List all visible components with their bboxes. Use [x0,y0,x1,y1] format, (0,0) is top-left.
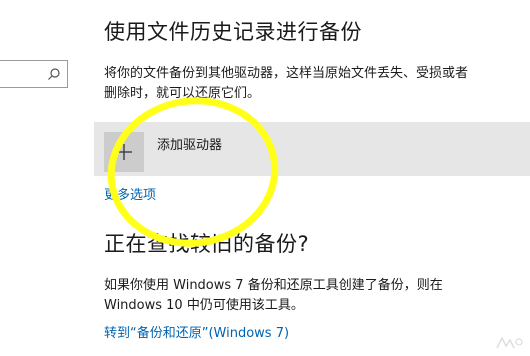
backup-description-line-1: 将你的文件备份到其他驱动器，这样当原始文件丢失、受损或者 [104,66,469,81]
plus-tile[interactable] [104,132,144,172]
old-backup-title: 正在查找较旧的备份? [104,232,310,256]
page-title: 使用文件历史记录进行备份 [104,20,362,44]
old-backup-description-line-2: Windows 10 中仍可使用该工具。 [104,298,304,313]
old-backup-description-line-1: 如果你使用 Windows 7 备份和还原工具创建了备份，则在 [104,278,443,293]
settings-page: 使用文件历史记录进行备份 将你的文件备份到其他驱动器，这样当原始文件丢失、受损或… [0,0,530,356]
plus-icon [116,144,132,160]
search-input[interactable] [0,60,68,88]
search-icon[interactable] [47,67,61,81]
old-backup-description: 如果你使用 Windows 7 备份和还原工具创建了备份，则在 Windows … [104,276,530,316]
add-drive-button[interactable]: 添加驱动器 [94,122,530,176]
watermark-icon [496,336,523,349]
backup-description-line-2: 删除时，就可以还原它们。 [104,86,261,101]
backup-description: 将你的文件备份到其他驱动器，这样当原始文件丢失、受损或者 删除时，就可以还原它们… [104,64,530,104]
more-options-link[interactable]: 更多选项 [104,184,156,203]
goto-backup-restore-link[interactable]: 转到“备份和还原”(Windows 7) [104,322,289,341]
add-drive-label: 添加驱动器 [157,138,223,153]
